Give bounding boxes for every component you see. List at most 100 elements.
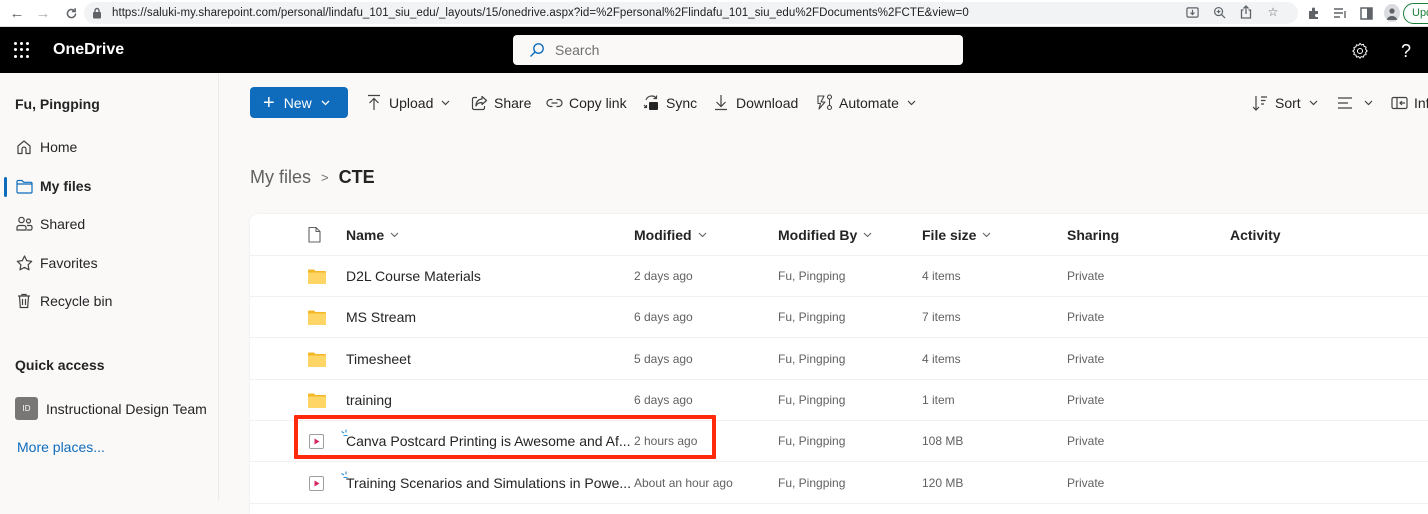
file-size: 4 items bbox=[922, 352, 961, 366]
file-size: 7 items bbox=[922, 310, 961, 324]
url-text: https://saluki-my.sharepoint.com/persona… bbox=[112, 7, 969, 19]
search-input[interactable] bbox=[555, 42, 935, 58]
nav-item-favorites[interactable]: Favorites bbox=[0, 245, 219, 281]
file-row[interactable]: Canva Postcard Printing is Awesome and A… bbox=[250, 421, 1428, 462]
star-icon bbox=[15, 254, 33, 272]
column-modified[interactable]: Modified bbox=[634, 227, 707, 243]
chevron-down-icon bbox=[1364, 100, 1373, 106]
nav-item-recycle-bin[interactable]: Recycle bin bbox=[0, 283, 219, 319]
info-label: Info bbox=[1414, 94, 1428, 111]
quick-access-item[interactable]: ID Instructional Design Team bbox=[15, 397, 207, 420]
modified-by: Fu, Pingping bbox=[778, 352, 846, 366]
chevron-down-icon bbox=[1309, 100, 1318, 106]
nav-item-label: Favorites bbox=[40, 255, 98, 271]
column-file-size-label: File size bbox=[922, 227, 977, 243]
file-row[interactable]: Training Scenarios and Simulations in Po… bbox=[250, 463, 1428, 504]
forward-icon[interactable]: → bbox=[32, 2, 54, 24]
command-bar: + New Upload Share Copy link Sync Downlo… bbox=[220, 73, 1428, 131]
info-pane-button[interactable]: Info bbox=[1390, 87, 1428, 118]
app-title[interactable]: OneDrive bbox=[53, 41, 124, 59]
nav-item-shared[interactable]: Shared bbox=[0, 206, 219, 242]
more-places-link[interactable]: More places... bbox=[17, 439, 105, 455]
file-row[interactable]: MS Stream 6 days ago Fu, Pingping 7 item… bbox=[250, 297, 1428, 338]
zoom-icon[interactable] bbox=[1212, 4, 1226, 20]
browser-toolbar: ← → https://saluki-my.sharepoint.com/per… bbox=[0, 0, 1428, 27]
app-launcher-icon[interactable] bbox=[14, 42, 30, 58]
chevron-down-icon bbox=[390, 232, 399, 238]
file-name[interactable]: Canva Postcard Printing is Awesome and A… bbox=[346, 433, 631, 449]
nav-item-label: Home bbox=[40, 139, 78, 155]
settings-gear-icon[interactable] bbox=[1350, 41, 1370, 61]
file-name[interactable]: Training Scenarios and Simulations in Po… bbox=[346, 475, 631, 491]
file-size: 1 item bbox=[922, 393, 955, 407]
upload-button[interactable]: Upload bbox=[365, 87, 450, 118]
file-row[interactable]: training 6 days ago Fu, Pingping 1 item … bbox=[250, 380, 1428, 421]
nav-item-home[interactable]: Home bbox=[0, 129, 219, 165]
sharing: Private bbox=[1067, 310, 1105, 324]
reading-list-icon[interactable] bbox=[1332, 4, 1348, 22]
sort-button[interactable]: Sort bbox=[1251, 87, 1318, 118]
chevron-down-icon bbox=[441, 100, 450, 106]
reload-icon[interactable] bbox=[60, 2, 82, 24]
quick-access-title: Quick access bbox=[15, 357, 105, 373]
bookmark-star-icon[interactable]: ☆ bbox=[1266, 4, 1280, 20]
column-modified-label: Modified bbox=[634, 227, 692, 243]
modified: 5 days ago bbox=[634, 352, 693, 366]
user-name: Fu, Pingping bbox=[15, 96, 100, 112]
chevron-down-icon bbox=[982, 232, 991, 238]
plus-icon: + bbox=[263, 91, 275, 114]
back-icon[interactable]: ← bbox=[6, 2, 28, 24]
file-row[interactable]: D2L Course Materials 2 days ago Fu, Ping… bbox=[250, 256, 1428, 297]
modified: 2 hours ago bbox=[634, 434, 698, 448]
nav-item-label: Shared bbox=[40, 216, 86, 232]
file-name[interactable]: MS Stream bbox=[346, 309, 416, 325]
address-bar[interactable]: https://saluki-my.sharepoint.com/persona… bbox=[84, 2, 1298, 24]
column-sharing[interactable]: Sharing bbox=[1067, 227, 1119, 243]
file-type-icon[interactable] bbox=[308, 226, 322, 244]
view-list-icon bbox=[1336, 94, 1354, 112]
search-box[interactable] bbox=[513, 35, 963, 65]
install-icon[interactable] bbox=[1185, 4, 1199, 20]
sync-icon bbox=[642, 94, 660, 112]
side-panel-icon[interactable] bbox=[1358, 4, 1374, 22]
column-name[interactable]: Name bbox=[346, 227, 399, 243]
share-icon[interactable] bbox=[1239, 4, 1253, 20]
list-header: Name Modified Modified By File size Shar… bbox=[250, 214, 1428, 256]
column-sharing-label: Sharing bbox=[1067, 227, 1120, 243]
profile-icon[interactable] bbox=[1384, 4, 1400, 22]
modified-by: Fu, Pingping bbox=[778, 310, 846, 324]
column-activity-label: Activity bbox=[1230, 227, 1281, 243]
breadcrumb-my-files[interactable]: My files bbox=[250, 167, 311, 188]
copy-link-button[interactable]: Copy link bbox=[545, 87, 627, 118]
browser-update-button[interactable]: Update bbox=[1403, 3, 1428, 24]
folder-icon bbox=[308, 352, 326, 367]
column-file-size[interactable]: File size bbox=[922, 227, 991, 243]
file-name[interactable]: training bbox=[346, 392, 392, 408]
automate-button[interactable]: Automate bbox=[815, 87, 916, 118]
extensions-icon[interactable] bbox=[1306, 4, 1322, 22]
search-icon bbox=[529, 42, 545, 58]
new-button[interactable]: + New bbox=[250, 87, 348, 118]
sync-label: Sync bbox=[666, 94, 698, 111]
download-button[interactable]: Download bbox=[712, 87, 798, 118]
file-name[interactable]: D2L Course Materials bbox=[346, 268, 481, 284]
nav-item-my-files[interactable]: My files bbox=[0, 168, 219, 204]
folder-icon bbox=[15, 177, 33, 195]
share-button[interactable]: Share bbox=[470, 87, 531, 118]
file-name[interactable]: Timesheet bbox=[346, 351, 411, 367]
link-icon bbox=[545, 94, 563, 112]
view-options-button[interactable] bbox=[1336, 87, 1373, 118]
sync-button[interactable]: Sync bbox=[642, 87, 697, 118]
video-file-icon bbox=[309, 476, 324, 491]
help-icon[interactable]: ? bbox=[1396, 41, 1416, 61]
upload-icon bbox=[365, 94, 383, 112]
column-modified-by[interactable]: Modified By bbox=[778, 227, 872, 243]
lock-icon bbox=[92, 7, 104, 19]
copy-link-label: Copy link bbox=[569, 94, 627, 111]
file-size: 4 items bbox=[922, 269, 961, 283]
column-activity[interactable]: Activity bbox=[1230, 227, 1281, 243]
file-row[interactable]: Timesheet 5 days ago Fu, Pingping 4 item… bbox=[250, 339, 1428, 380]
file-size: 120 MB bbox=[922, 476, 964, 490]
nav-item-label: Recycle bin bbox=[40, 293, 113, 309]
sharing: Private bbox=[1067, 352, 1105, 366]
